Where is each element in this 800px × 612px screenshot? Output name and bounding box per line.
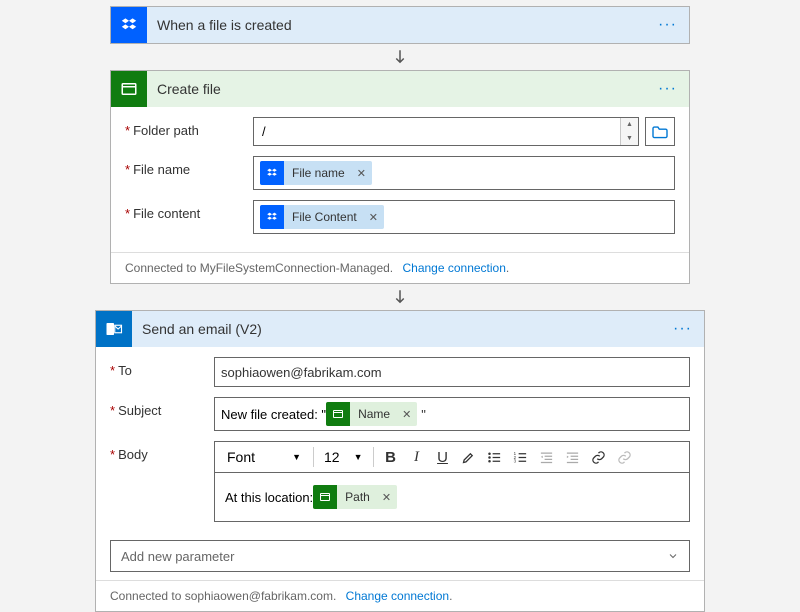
folder-path-input[interactable]: / ▲ ▼ (253, 117, 639, 146)
outlook-icon (96, 311, 132, 347)
folder-path-label: Folder path (125, 117, 253, 138)
indent-button[interactable] (560, 443, 586, 471)
chevron-down-icon: ▼ (292, 452, 301, 462)
trigger-title: When a file is created (157, 17, 654, 33)
trigger-menu-button[interactable]: ··· (654, 16, 681, 34)
bullet-list-button[interactable] (482, 443, 508, 471)
path-token[interactable]: Path ✕ (313, 485, 397, 509)
svg-text:3: 3 (514, 458, 517, 463)
file-name-label: File name (125, 156, 253, 177)
body-input[interactable]: At this location: Path ✕ (214, 473, 690, 522)
create-file-menu-button[interactable]: ··· (654, 80, 681, 98)
spinner-down-button[interactable]: ▼ (621, 132, 638, 146)
font-size-dropdown[interactable]: 12▼ (318, 449, 369, 465)
send-email-card: Send an email (V2) ··· To sophiaowen@fab… (95, 310, 705, 612)
file-content-token[interactable]: File Content ✕ (260, 205, 384, 229)
create-file-footer: Connected to MyFileSystemConnection-Mana… (111, 252, 689, 283)
font-dropdown[interactable]: Font▼ (219, 449, 309, 465)
chevron-down-icon: ▼ (354, 452, 363, 462)
to-label: To (110, 357, 214, 378)
arrow-icon (391, 288, 409, 306)
token-remove-button[interactable]: ✕ (351, 167, 372, 180)
send-email-footer: Connected to sophiaowen@fabrikam.com. Ch… (96, 580, 704, 611)
folder-path-spinner: ▲ ▼ (620, 118, 638, 145)
folder-open-icon (651, 125, 669, 139)
body-label: Body (110, 441, 214, 462)
dropbox-icon (260, 205, 284, 229)
outdent-button[interactable] (534, 443, 560, 471)
filesystem-icon (313, 485, 337, 509)
italic-button[interactable]: I (404, 443, 430, 471)
send-email-menu-button[interactable]: ··· (669, 320, 696, 338)
name-token[interactable]: Name ✕ (326, 402, 417, 426)
token-remove-button[interactable]: ✕ (376, 491, 397, 504)
trigger-card: When a file is created ··· (110, 6, 690, 44)
filesystem-icon (326, 402, 350, 426)
highlight-button[interactable] (456, 443, 482, 471)
file-name-input[interactable]: File name ✕ (253, 156, 675, 190)
link-button[interactable] (586, 443, 612, 471)
token-remove-button[interactable]: ✕ (396, 408, 417, 421)
unlink-button[interactable] (612, 443, 638, 471)
subject-label: Subject (110, 397, 214, 418)
rich-text-toolbar: Font▼ 12▼ B I U 123 (214, 441, 690, 473)
add-parameter-dropdown[interactable]: Add new parameter (110, 540, 690, 572)
browse-folder-button[interactable] (645, 117, 675, 146)
subject-input[interactable]: New file created: " Name ✕ " (214, 397, 690, 431)
underline-button[interactable]: U (430, 443, 456, 471)
file-name-token[interactable]: File name ✕ (260, 161, 372, 185)
arrow-icon (391, 48, 409, 66)
file-content-input[interactable]: File Content ✕ (253, 200, 675, 234)
bold-button[interactable]: B (378, 443, 404, 471)
filesystem-icon (111, 71, 147, 107)
to-input[interactable]: sophiaowen@fabrikam.com (214, 357, 690, 387)
send-email-title: Send an email (V2) (142, 321, 669, 337)
change-connection-link[interactable]: Change connection (346, 589, 449, 603)
dropbox-icon (111, 7, 147, 43)
create-file-title: Create file (157, 81, 654, 97)
create-file-card: Create file ··· Folder path / ▲ ▼ (110, 70, 690, 284)
trigger-header[interactable]: When a file is created ··· (111, 7, 689, 43)
token-remove-button[interactable]: ✕ (363, 211, 384, 224)
dropbox-icon (260, 161, 284, 185)
file-content-label: File content (125, 200, 253, 221)
chevron-down-icon (667, 550, 679, 562)
change-connection-link[interactable]: Change connection (402, 261, 505, 275)
spinner-up-button[interactable]: ▲ (621, 118, 638, 132)
number-list-button[interactable]: 123 (508, 443, 534, 471)
create-file-header[interactable]: Create file ··· (111, 71, 689, 107)
send-email-header[interactable]: Send an email (V2) ··· (96, 311, 704, 347)
